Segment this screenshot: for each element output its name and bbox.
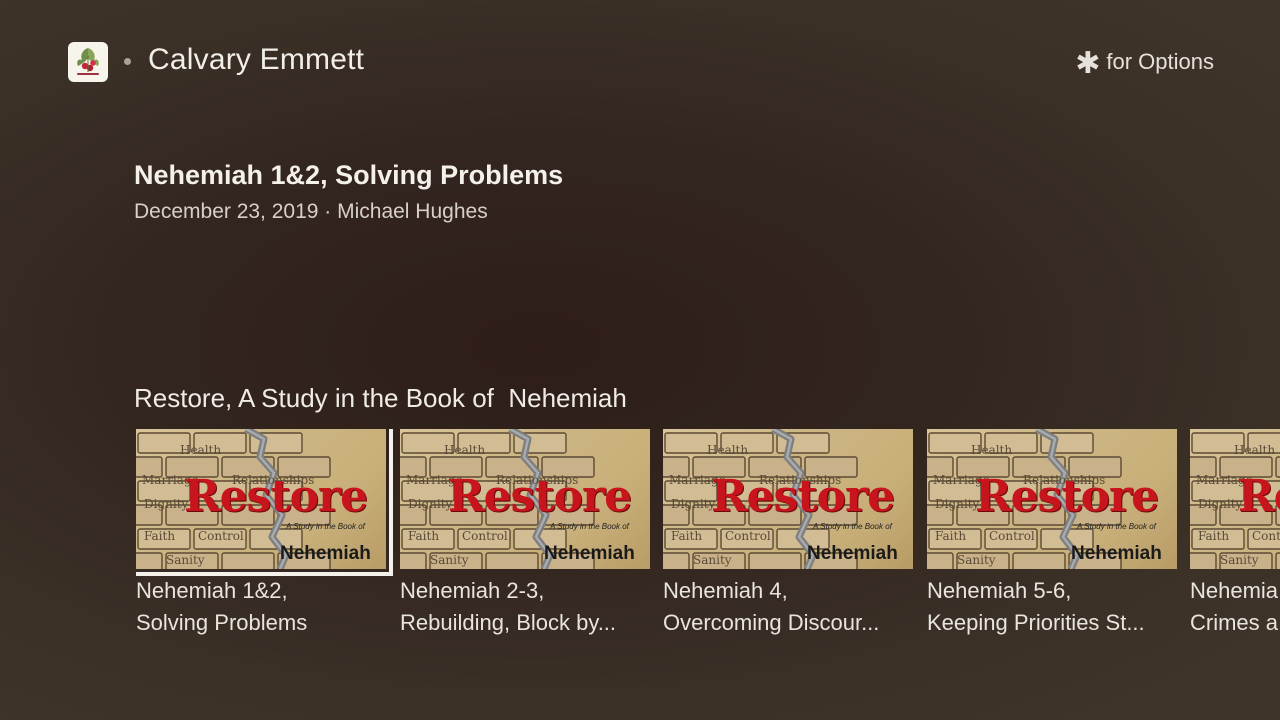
episode-tile-label: Nehemiah 4, Overcoming Discour... xyxy=(663,578,880,635)
brick-word: Control xyxy=(725,529,771,543)
episode-meta: December 23, 2019 · Michael Hughes xyxy=(134,200,488,223)
channel-name: Calvary Emmett xyxy=(148,43,365,76)
brick-word: Sanity xyxy=(1220,553,1259,567)
episode-tile-label: Nehemia Crimes a xyxy=(1190,578,1279,635)
brick-word: Health xyxy=(180,443,222,457)
brick-word: Health xyxy=(971,443,1013,457)
brick-word: Dignity xyxy=(144,497,189,511)
thumbnail-book-name: Nehemiah xyxy=(544,543,635,564)
brick-word: Sanity xyxy=(430,553,469,567)
brick-word: Control xyxy=(989,529,1035,543)
thumbnail-subtitle: A Study in the Book of xyxy=(286,522,365,531)
episode-tile[interactable]: HealthMarriageRelationshipsDignityFaithC… xyxy=(663,429,913,639)
episode-thumbnail: HealthMarriageRelationshipsDignityFaithC… xyxy=(663,429,913,569)
row-title: Restore, A Study in the Book of Nehemiah xyxy=(134,383,627,413)
brick-word: Control xyxy=(198,529,244,543)
asterisk-icon: ✱ xyxy=(1075,47,1101,80)
thumbnail-book-name: Nehemiah xyxy=(807,543,898,564)
brick-word: Faith xyxy=(408,529,440,543)
episode-thumbnail: HealthMarriageRelationshipsDignityFaithC… xyxy=(927,429,1177,569)
thumbnail-restore-text: Restore xyxy=(184,471,368,522)
brick-word: Dignity xyxy=(671,497,716,511)
brick-word: Health xyxy=(444,443,486,457)
brick-word: Faith xyxy=(1198,529,1230,543)
brick-word: Health xyxy=(707,443,749,457)
brick-word: Dignity xyxy=(935,497,980,511)
options-hint-label: for Options xyxy=(1106,49,1214,74)
brick-word: Sanity xyxy=(957,553,996,567)
options-hint: ✱ for Options xyxy=(1075,47,1214,80)
thumbnail-restore-text: Restore xyxy=(448,471,632,522)
episode-tile-label: Nehemiah 1&2, Solving Problems xyxy=(136,578,308,635)
brick-word: Dignity xyxy=(408,497,453,511)
brick-word: Control xyxy=(462,529,508,543)
header-separator-dot xyxy=(124,58,131,65)
channel-logo xyxy=(68,42,108,82)
episode-tile-label: Nehemiah 5-6, Keeping Priorities St... xyxy=(927,578,1145,635)
episode-tile[interactable]: HealthMarriageRelationshipsDignityFaithC… xyxy=(927,429,1177,639)
brick-word: Faith xyxy=(935,529,967,543)
episode-title: Nehemiah 1&2, Solving Problems xyxy=(134,160,564,190)
brick-word: Health xyxy=(1234,443,1276,457)
episode-thumbnail: HealthMarriageRelationshipsDignityFaithC… xyxy=(400,429,650,569)
brick-word: Sanity xyxy=(693,553,732,567)
brick-word: Faith xyxy=(144,529,176,543)
thumbnail-subtitle: A Study in the Book of xyxy=(550,522,629,531)
brick-word: Sanity xyxy=(166,553,205,567)
episode-thumbnail: HealthMarriageRelationshipsDignityFaithC… xyxy=(1190,429,1280,569)
thumbnail-restore-text: Restore xyxy=(975,471,1159,522)
episode-row: Health Marriage Relationships Dignity Faith C… xyxy=(136,429,1280,649)
episode-tile[interactable]: HealthMarriageRelationshipsDignityFaithC… xyxy=(136,429,393,639)
episode-thumbnail: HealthMarriageRelationshipsDignityFaithC… xyxy=(136,429,393,576)
brick-word: Dignity xyxy=(1198,497,1243,511)
thumbnail-subtitle: A Study in the Book of xyxy=(813,522,892,531)
episode-tile[interactable]: HealthMarriageRelationshipsDignityFaithC… xyxy=(400,429,650,639)
brick-word: Faith xyxy=(671,529,703,543)
episode-tile-label: Nehemiah 2-3, Rebuilding, Block by... xyxy=(400,578,617,635)
thumbnail-book-name: Nehemiah xyxy=(1071,543,1162,564)
brick-word: Control xyxy=(1252,529,1280,543)
thumbnail-restore-text: Restore xyxy=(711,471,895,522)
thumbnail-subtitle: A Study in the Book of xyxy=(1077,522,1156,531)
thumbnail-restore-text: Restore xyxy=(1238,471,1280,522)
episode-tile[interactable]: HealthMarriageRelationshipsDignityFaithC… xyxy=(1190,429,1280,639)
thumbnail-book-name: Nehemiah xyxy=(280,543,371,564)
